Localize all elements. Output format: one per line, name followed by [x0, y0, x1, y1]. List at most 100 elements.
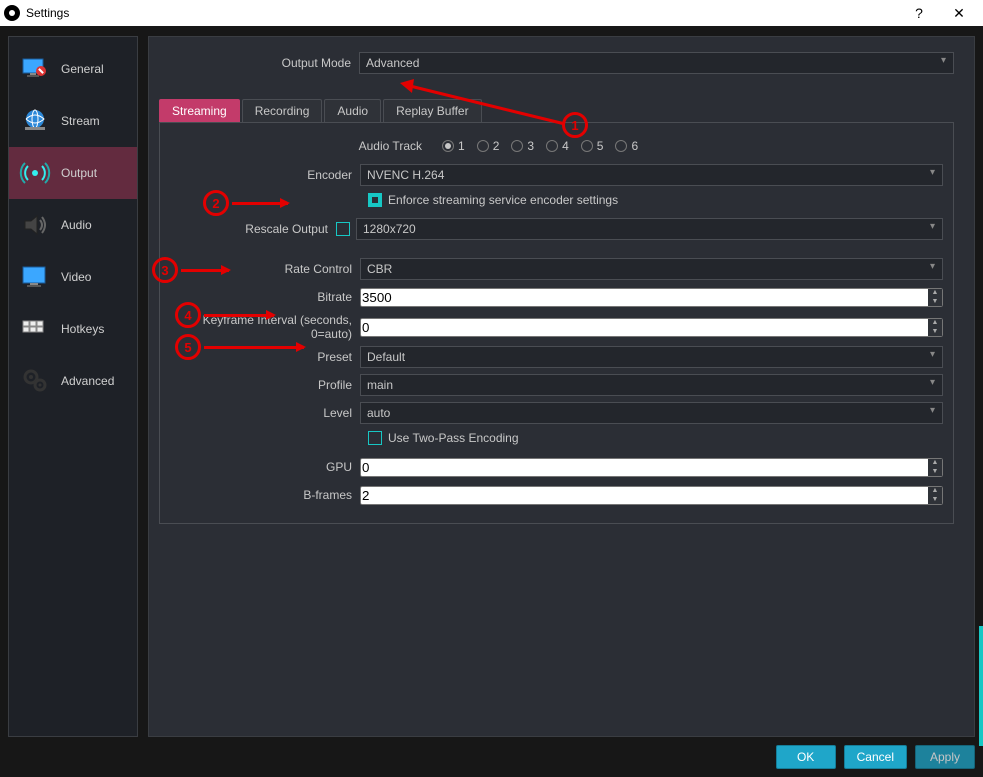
- bitrate-down[interactable]: ▼: [928, 297, 942, 306]
- two-pass-checkbox[interactable]: [368, 431, 382, 445]
- gear-icon: [19, 365, 51, 397]
- annotation-2-arrow: [232, 202, 288, 205]
- audio-track-row: Audio Track 1 2 3 4 5 6: [160, 139, 943, 153]
- bitrate-row: Bitrate ▲▼: [160, 285, 943, 309]
- streaming-tab-body: Audio Track 1 2 3 4 5 6 Encoder NVENC H.…: [159, 123, 954, 524]
- level-label: Level: [160, 406, 360, 420]
- audio-track-3[interactable]: 3: [511, 139, 534, 153]
- dialog-buttons: OK Cancel Apply: [776, 745, 975, 769]
- gpu-row: GPU ▲▼: [160, 455, 943, 479]
- close-button[interactable]: ✕: [939, 0, 979, 26]
- bitrate-input[interactable]: [360, 288, 943, 307]
- tab-replay-buffer[interactable]: Replay Buffer: [383, 99, 482, 122]
- keyframe-row: Keyframe Interval (seconds, 0=auto) ▲▼: [160, 313, 943, 341]
- encoder-select[interactable]: NVENC H.264: [360, 164, 943, 186]
- level-row: Level auto: [160, 401, 943, 425]
- two-pass-label: Use Two-Pass Encoding: [388, 431, 519, 445]
- gpu-down[interactable]: ▼: [928, 467, 942, 476]
- sidebar-item-label: Output: [61, 166, 97, 180]
- apply-button[interactable]: Apply: [915, 745, 975, 769]
- profile-row: Profile main: [160, 373, 943, 397]
- bframes-up[interactable]: ▲: [928, 487, 942, 496]
- gpu-up[interactable]: ▲: [928, 459, 942, 468]
- sidebar-item-label: Audio: [61, 218, 92, 232]
- sidebar: General Stream Output Audio: [8, 36, 138, 737]
- tab-recording[interactable]: Recording: [242, 99, 323, 122]
- sidebar-item-general[interactable]: General: [9, 43, 137, 95]
- ok-button[interactable]: OK: [776, 745, 836, 769]
- broadcast-icon: [19, 157, 51, 189]
- app-body: General Stream Output Audio: [0, 26, 983, 777]
- annotation-5: 5: [175, 334, 201, 360]
- annotation-3: 3: [152, 257, 178, 283]
- encoder-label: Encoder: [160, 168, 360, 182]
- output-mode-label: Output Mode: [159, 56, 359, 70]
- speaker-icon: [19, 209, 51, 241]
- audio-track-1[interactable]: 1: [442, 139, 465, 153]
- bframes-down[interactable]: ▼: [928, 495, 942, 504]
- rate-control-select[interactable]: CBR: [360, 258, 943, 280]
- enforce-checkbox[interactable]: [368, 193, 382, 207]
- monitor-icon: [19, 53, 51, 85]
- gpu-input[interactable]: [360, 458, 943, 477]
- rescale-label: Rescale Output: [160, 222, 336, 236]
- output-mode-select[interactable]: Advanced: [359, 52, 954, 74]
- profile-label: Profile: [160, 378, 360, 392]
- gpu-label: GPU: [160, 460, 360, 474]
- tab-audio[interactable]: Audio: [324, 99, 381, 122]
- app-icon: [4, 5, 20, 21]
- output-mode-row: Output Mode Advanced: [159, 51, 954, 75]
- main-panel: Output Mode Advanced Streaming Recording…: [148, 36, 975, 737]
- sidebar-item-audio[interactable]: Audio: [9, 199, 137, 251]
- annotation-1: 1: [562, 112, 588, 138]
- sidebar-item-label: Stream: [61, 114, 100, 128]
- encoder-row: Encoder NVENC H.264: [160, 163, 943, 187]
- content-frame: General Stream Output Audio: [8, 36, 975, 737]
- rate-control-row: Rate Control CBR: [160, 257, 943, 281]
- tab-streaming[interactable]: Streaming: [159, 99, 240, 122]
- output-tabs: Streaming Recording Audio Replay Buffer: [159, 99, 954, 123]
- sidebar-item-label: General: [61, 62, 104, 76]
- sidebar-item-label: Hotkeys: [61, 322, 104, 336]
- globe-icon: [19, 105, 51, 137]
- annotation-5-arrow: [204, 346, 304, 349]
- audio-track-4[interactable]: 4: [546, 139, 569, 153]
- keyframe-input[interactable]: [360, 318, 943, 337]
- sidebar-item-stream[interactable]: Stream: [9, 95, 137, 147]
- bitrate-up[interactable]: ▲: [928, 289, 942, 298]
- rescale-checkbox[interactable]: [336, 222, 350, 236]
- help-button[interactable]: ?: [899, 0, 939, 26]
- audio-track-6[interactable]: 6: [615, 139, 638, 153]
- bframes-label: B-frames: [160, 488, 360, 502]
- sidebar-item-label: Advanced: [61, 374, 114, 388]
- sidebar-item-label: Video: [61, 270, 91, 284]
- annotation-4: 4: [175, 302, 201, 328]
- enforce-row: Enforce streaming service encoder settin…: [368, 193, 943, 207]
- annotation-3-arrow: [181, 269, 229, 272]
- audio-track-label: Audio Track: [160, 139, 430, 153]
- preset-select[interactable]: Default: [360, 346, 943, 368]
- window-title: Settings: [26, 6, 69, 20]
- bframes-input[interactable]: [360, 486, 943, 505]
- rescale-row: Rescale Output 1280x720: [160, 217, 943, 241]
- sidebar-item-output[interactable]: Output: [9, 147, 137, 199]
- annotation-4-arrow: [204, 314, 274, 317]
- keyframe-up[interactable]: ▲: [928, 319, 942, 328]
- sidebar-item-video[interactable]: Video: [9, 251, 137, 303]
- sidebar-item-hotkeys[interactable]: Hotkeys: [9, 303, 137, 355]
- profile-select[interactable]: main: [360, 374, 943, 396]
- level-select[interactable]: auto: [360, 402, 943, 424]
- edge-decoration: [979, 626, 983, 746]
- annotation-2: 2: [203, 190, 229, 216]
- sidebar-item-advanced[interactable]: Advanced: [9, 355, 137, 407]
- two-pass-row: Use Two-Pass Encoding: [368, 431, 943, 445]
- bframes-row: B-frames ▲▼: [160, 483, 943, 507]
- rescale-select[interactable]: 1280x720: [356, 218, 943, 240]
- display-icon: [19, 261, 51, 293]
- enforce-label: Enforce streaming service encoder settin…: [388, 193, 618, 207]
- titlebar: Settings ? ✕: [0, 0, 983, 26]
- keyframe-down[interactable]: ▼: [928, 327, 942, 336]
- cancel-button[interactable]: Cancel: [844, 745, 907, 769]
- audio-track-5[interactable]: 5: [581, 139, 604, 153]
- audio-track-2[interactable]: 2: [477, 139, 500, 153]
